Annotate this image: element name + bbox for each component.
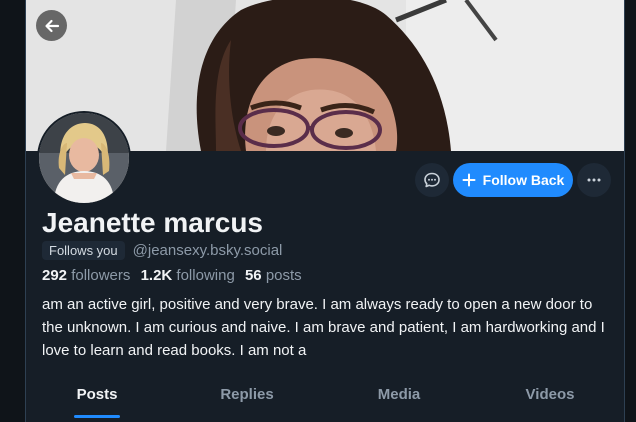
chat-bubble-icon [424,172,440,188]
following-count: 1.2K [140,267,173,284]
follow-back-label: Follow Back [482,172,565,188]
tab-replies[interactable]: Replies [220,386,273,403]
plus-icon [462,173,476,187]
following-link[interactable]: 1.2K following [141,267,241,284]
posts-stat: 56 posts [245,267,308,284]
ellipsis-icon [587,178,601,182]
follows-you-badge: Follows you [42,240,125,260]
tab-posts[interactable]: Posts [77,386,118,403]
tab-media[interactable]: Media [378,386,421,403]
posts-label: posts [265,267,302,284]
more-options-button[interactable] [577,163,611,197]
profile-bio: am an active girl, positive and very bra… [42,296,605,359]
avatar[interactable] [37,111,131,205]
follow-back-button[interactable]: Follow Back [453,163,573,197]
avatar-photo [39,113,129,203]
posts-count: 56 [244,267,262,284]
active-tab-indicator [74,415,120,418]
followers-label: followers [71,267,131,284]
tab-videos[interactable]: Videos [526,386,575,403]
profile-handle: @jeansexy.bsky.social [132,241,283,259]
profile-tabs: Posts Replies Media Videos [26,372,624,422]
followers-count: 292 [42,267,68,284]
arrow-left-icon [44,19,59,32]
display-name: Jeanette marcus [42,207,264,238]
message-button[interactable] [415,163,449,197]
profile-page: Follow Back Jeanette marcus Follows you … [25,0,625,422]
back-button[interactable] [36,10,67,41]
followers-link[interactable]: 292 followers [42,267,136,284]
profile-meta: Follows you @jeansexy.bsky.social [42,240,282,260]
profile-stats: 292 followers 1.2K following 56 posts [42,267,308,284]
following-label: following [176,267,235,284]
